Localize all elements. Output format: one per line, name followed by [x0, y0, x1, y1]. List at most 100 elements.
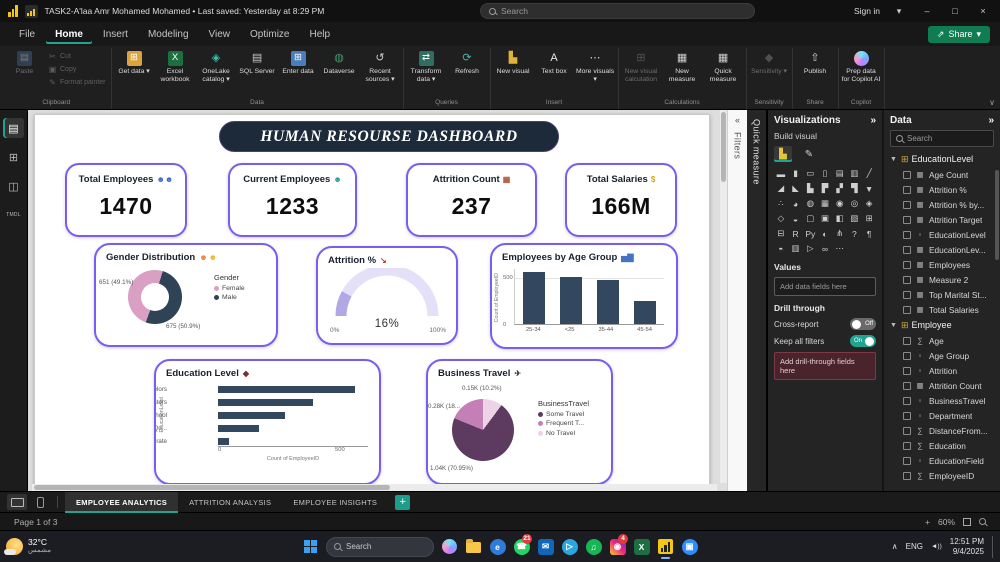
copilot-icon[interactable] — [441, 535, 458, 559]
field-row[interactable]: ▦Attrition Count — [890, 378, 1000, 393]
cross-report-toggle[interactable]: Off — [850, 318, 876, 330]
field-row[interactable]: ▦Top Marital St... — [890, 287, 1000, 302]
field-checkbox[interactable] — [903, 457, 911, 465]
gender-distribution-visual[interactable]: Gender Distribution☻☻ 651 (49.1%)675 (50… — [94, 243, 278, 347]
field-row[interactable]: ▫Attrition — [890, 363, 1000, 378]
smart-narrative-icon[interactable]: ¶ — [862, 227, 876, 240]
publish-button[interactable]: ⇧Publish — [795, 48, 836, 76]
field-checkbox[interactable] — [903, 382, 911, 390]
field-row[interactable]: ▫BusinessTravel — [890, 393, 1000, 408]
filters-pane-collapsed[interactable]: « Filters — [727, 110, 747, 491]
file-explorer-icon[interactable] — [465, 535, 482, 559]
field-checkbox[interactable] — [903, 337, 911, 345]
whatsapp-icon[interactable]: ☎21 — [513, 535, 530, 559]
h-bar[interactable] — [218, 386, 355, 394]
excel-icon[interactable]: X — [633, 535, 650, 559]
filled-map-icon[interactable]: ◎ — [848, 197, 862, 210]
field-checkbox[interactable] — [903, 367, 911, 375]
stacked-column-chart-icon[interactable]: ▮ — [789, 167, 803, 180]
field-checkbox[interactable] — [903, 231, 911, 239]
ribbon-chart-icon[interactable]: ▞ — [833, 182, 847, 195]
chevron-down-icon[interactable]: ▼ — [890, 156, 898, 163]
sensitivity-button[interactable]: ◆Sensitivity ▾ — [749, 48, 790, 76]
table-node-educationlevel[interactable]: ▼⊞EducationLevel — [890, 151, 1000, 167]
field-row[interactable]: ▦Measure 2 — [890, 272, 1000, 287]
enter-data-button[interactable]: ⊞Enter data — [278, 48, 319, 76]
field-row[interactable]: ▦Total Salaries — [890, 302, 1000, 317]
menu-home[interactable]: Home — [46, 25, 92, 44]
report-view-icon[interactable]: ▤ — [3, 118, 24, 138]
titlebar-search-input[interactable]: Search — [480, 3, 755, 19]
power-apps-icon[interactable]: ▷ — [803, 242, 817, 255]
add-drill-through-fields-well[interactable]: Add drill-through fields here — [774, 352, 876, 380]
data-panel-scrollbar[interactable] — [995, 170, 999, 260]
field-checkbox[interactable] — [903, 171, 911, 179]
r-script-icon[interactable]: R — [789, 227, 803, 240]
line-chart-icon[interactable]: ╱ — [862, 167, 876, 180]
build-visual-mode-icon[interactable]: ▙ — [774, 146, 792, 162]
h-bar[interactable] — [218, 438, 229, 446]
clock-widget[interactable]: 12:51 PM 9/4/2025 — [950, 537, 984, 556]
kpi-card-total-employees[interactable]: Total Employees☻☻1470 — [65, 163, 187, 237]
field-checkbox[interactable] — [903, 246, 911, 254]
get-data-button[interactable]: ⊞Get data ▾ — [114, 48, 155, 76]
quick-measure-button[interactable]: ▦Quick measure — [703, 48, 744, 83]
desktop-view-button[interactable] — [7, 494, 27, 510]
recent-sources-button[interactable]: ↺Recent sources ▾ — [360, 48, 401, 83]
field-checkbox[interactable] — [903, 201, 911, 209]
field-row[interactable]: ▫Department — [890, 408, 1000, 423]
start-button[interactable] — [302, 535, 319, 559]
report-canvas[interactable]: HUMAN RESOURSE DASHBOARD Gender Distribu… — [28, 110, 747, 491]
line-and-clustered-column-chart-icon[interactable]: ▛ — [818, 182, 832, 195]
python-icon[interactable]: Py — [803, 227, 817, 240]
field-row[interactable]: ▫EducationField — [890, 453, 1000, 468]
sign-in-link[interactable]: Sign in — [854, 6, 880, 16]
excel-workbook-button[interactable]: XExcel workbook — [155, 48, 196, 83]
power-automate-icon[interactable]: ∞ — [818, 242, 832, 255]
clustered-bar-chart-icon[interactable]: ▭ — [803, 167, 817, 180]
kpi-card-attrition-count[interactable]: Attrition Count▦237 — [406, 163, 537, 237]
paginated-report-icon[interactable]: ▥ — [789, 242, 803, 255]
quick-measure-pane-collapsed[interactable]: Quick measure — [747, 110, 767, 491]
share-button[interactable]: ⇗ Share ▾ — [928, 26, 990, 43]
report-page[interactable]: HUMAN RESOURSE DASHBOARD Gender Distribu… — [34, 114, 710, 488]
spotify-icon[interactable]: ♫ — [585, 535, 602, 559]
volume-icon[interactable]: ◄)) — [931, 543, 942, 550]
field-checkbox[interactable] — [903, 276, 911, 284]
page-tab-attrition-analysis[interactable]: ATTRITION ANALYSIS — [178, 492, 282, 513]
field-row[interactable]: ▦Attrition Target — [890, 212, 1000, 227]
mail-icon[interactable]: ✉ — [537, 535, 554, 559]
ribbon-collapse-icon[interactable]: ∨ — [989, 98, 995, 107]
new-measure-button[interactable]: ▦New measure — [662, 48, 703, 83]
format-painter-button[interactable]: ✎Format painter — [45, 77, 109, 88]
gauge-icon[interactable]: ◒ — [789, 212, 803, 225]
zoom-icon[interactable]: ▣ — [681, 535, 698, 559]
field-row[interactable]: ▦Employees — [890, 257, 1000, 272]
field-row[interactable]: ▦Attrition % by... — [890, 197, 1000, 212]
field-checkbox[interactable] — [903, 412, 911, 420]
field-checkbox[interactable] — [903, 427, 911, 435]
new-page-button[interactable]: + — [395, 495, 410, 510]
age-group-bar-visual[interactable]: Employees by Age Group▅▇ Count of Employ… — [490, 243, 678, 349]
area-chart-icon[interactable]: ◢ — [774, 182, 788, 195]
q-and-a-icon[interactable]: ? — [848, 227, 862, 240]
refresh-button[interactable]: ⟳Refresh — [447, 48, 488, 76]
table-view-icon[interactable]: ⊞ — [3, 147, 24, 167]
treemap-icon[interactable]: ▦ — [818, 197, 832, 210]
tmdl-view-icon[interactable]: TMDL — [3, 205, 24, 225]
tray-expand-icon[interactable]: ∧ — [892, 542, 898, 551]
field-checkbox[interactable] — [903, 291, 911, 299]
column-bar[interactable] — [523, 272, 545, 324]
line-and-stacked-column-chart-icon[interactable]: ▙ — [803, 182, 817, 195]
canvas-vertical-scrollbar[interactable] — [720, 110, 727, 483]
education-level-bar-visual[interactable]: Education Level◆ EducationLevelBachelors… — [154, 359, 381, 485]
cut-button[interactable]: ✂Cut — [45, 51, 109, 62]
waterfall-chart-icon[interactable]: ▜ — [848, 182, 862, 195]
field-checkbox[interactable] — [903, 442, 911, 450]
zoom-icon[interactable] — [979, 518, 986, 525]
zoom-in-button[interactable]: + — [925, 517, 930, 527]
page-tab-employee-insights[interactable]: EMPLOYEE INSIGHTS — [282, 492, 388, 513]
field-checkbox[interactable] — [903, 306, 911, 314]
canvas-horizontal-scrollbar[interactable] — [32, 484, 717, 491]
business-travel-pie-visual[interactable]: Business Travel✈ 0.15K (10.2%)0.28K (18.… — [426, 359, 613, 485]
